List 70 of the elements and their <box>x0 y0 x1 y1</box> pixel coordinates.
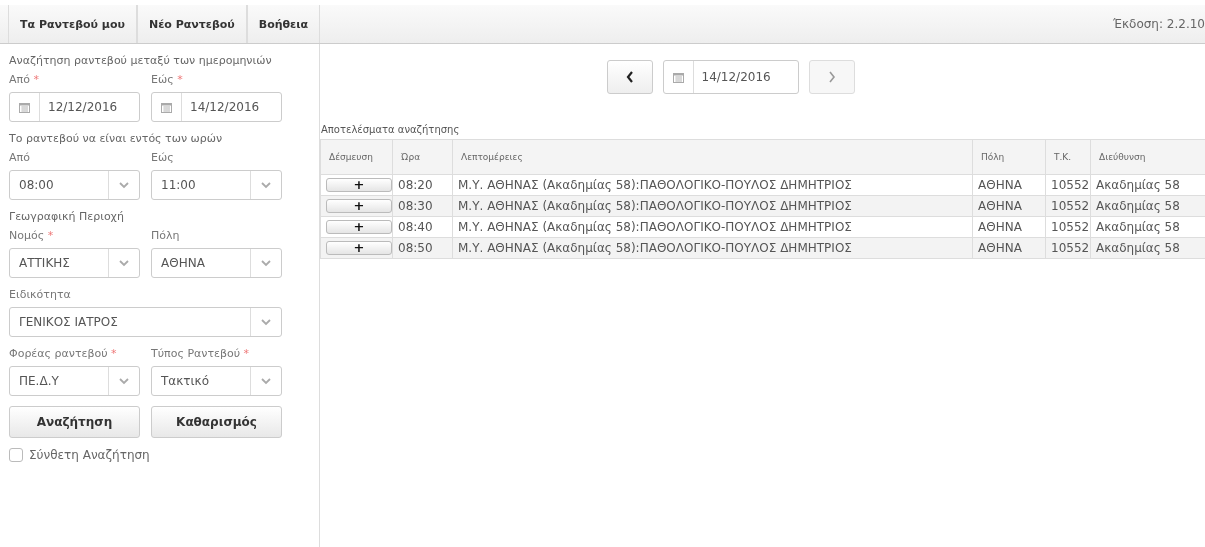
checkbox-label: Σύνθετη Αναζήτηση <box>29 448 150 462</box>
select-field[interactable]: ΑΤΤΙΚΗΣ <box>9 248 140 278</box>
section-title: Αναζήτηση ραντεβού μεταξύ των ημερομηνιών <box>9 54 273 67</box>
required-mark: * <box>33 73 39 86</box>
select-field[interactable]: 08:00 <box>9 170 140 200</box>
form-button[interactable]: Αναζήτηση <box>9 406 140 438</box>
version-text: Έκδοση: 2.2.10 <box>1113 17 1205 31</box>
table-cell: 08:40 <box>392 216 453 238</box>
field-label: Ειδικότητα <box>9 288 71 301</box>
chevron-down-icon <box>119 259 129 267</box>
book-button[interactable]: + <box>326 220 392 234</box>
form-button[interactable]: Καθαρισμός <box>151 406 282 438</box>
date-field[interactable]: 14/12/2016 <box>662 60 799 94</box>
calendar-icon <box>161 101 172 113</box>
field-label: Πόλη <box>151 229 180 242</box>
table-cell: 08:20 <box>392 174 453 196</box>
column-header: Διεύθυνση <box>1090 139 1205 175</box>
table-cell: 10552 <box>1045 174 1091 196</box>
table-cell: ΑΘΗΝΑ <box>972 216 1046 238</box>
calendar-icon <box>672 71 684 83</box>
section-title: Γεωγραφική Περιοχή <box>9 210 125 223</box>
table-cell: 10552 <box>1045 216 1091 238</box>
required-mark: * <box>111 347 117 360</box>
chevron-down-icon <box>261 181 271 189</box>
column-header: Λεπτομέρειες <box>452 139 973 175</box>
field-label: Φορέας ραντεβού <box>9 347 108 360</box>
table-cell: Μ.Υ. ΑΘΗΝΑΣ (Ακαδημίας 58):ΠΑΘΟΛΟΓΙΚΟ-ΠΟΥΛΟΣ ΔΗΜΗΤΡΙΟΣ <box>452 174 973 196</box>
field-label: Από <box>9 73 30 86</box>
menu-tab[interactable]: Τα Ραντεβού μου <box>8 5 137 43</box>
chevron-down-icon <box>261 318 271 326</box>
results-title: Αποτελέσματα αναζήτησης <box>321 124 461 135</box>
select-field[interactable]: Τακτικό <box>151 366 282 396</box>
table-cell: ΑΘΗΝΑ <box>972 174 1046 196</box>
chevron-down-icon <box>119 377 129 385</box>
section-title: Το ραντεβού να είναι εντός των ωρών <box>9 132 224 145</box>
table-cell: Μ.Υ. ΑΘΗΝΑΣ (Ακαδημίας 58):ΠΑΘΟΛΟΓΙΚΟ-ΠΟΥΛΟΣ ΔΗΜΗΤΡΙΟΣ <box>452 195 973 217</box>
chevron-right-icon <box>827 71 836 83</box>
select-field[interactable]: ΠΕ.Δ.Υ <box>9 366 140 396</box>
required-mark: * <box>243 347 250 360</box>
field-label: Νομός <box>9 229 45 242</box>
field-label: Εώς <box>151 151 174 164</box>
date-field[interactable]: 12/12/2016 <box>9 92 140 122</box>
chevron-down-icon <box>119 181 129 189</box>
column-header: Δέσμευση <box>320 139 393 175</box>
calendar-icon <box>19 101 30 113</box>
next-button[interactable] <box>808 60 855 94</box>
select-field[interactable]: ΑΘΗΝΑ <box>151 248 282 278</box>
chevron-left-icon <box>625 71 634 83</box>
field-label: Εώς <box>151 73 174 86</box>
table-cell: Μ.Υ. ΑΘΗΝΑΣ (Ακαδημίας 58):ΠΑΘΟΛΟΓΙΚΟ-ΠΟΥΛΟΣ ΔΗΜΗΤΡΙΟΣ <box>452 237 973 259</box>
select-field[interactable]: ΓΕΝΙΚΟΣ ΙΑΤΡΟΣ <box>9 307 282 337</box>
book-button[interactable]: + <box>326 241 392 255</box>
menu-tab[interactable]: Βοήθεια <box>246 5 321 43</box>
field-label: Από <box>9 151 30 164</box>
book-button[interactable]: + <box>326 199 392 213</box>
table-cell: Μ.Υ. ΑΘΗΝΑΣ (Ακαδημίας 58):ΠΑΘΟΛΟΓΙΚΟ-ΠΟΥΛΟΣ ΔΗΜΗΤΡΙΟΣ <box>452 216 973 238</box>
select-field[interactable]: 11:00 <box>151 170 282 200</box>
checkbox[interactable] <box>9 448 23 462</box>
book-button[interactable]: + <box>326 178 392 192</box>
required-mark: * <box>47 229 54 242</box>
field-label: Τύπος Ραντεβού <box>151 347 241 360</box>
column-header: Τ.Κ. <box>1045 139 1091 175</box>
column-header: Ώρα <box>392 139 453 175</box>
date-field[interactable]: 14/12/2016 <box>151 92 282 122</box>
chevron-down-icon <box>261 259 271 267</box>
chevron-down-icon <box>261 377 271 385</box>
menu-tab[interactable]: Νέο Ραντεβού <box>136 5 247 43</box>
column-header: Πόλη <box>972 139 1046 175</box>
previous-button[interactable] <box>606 60 653 94</box>
required-mark: * <box>177 73 183 86</box>
